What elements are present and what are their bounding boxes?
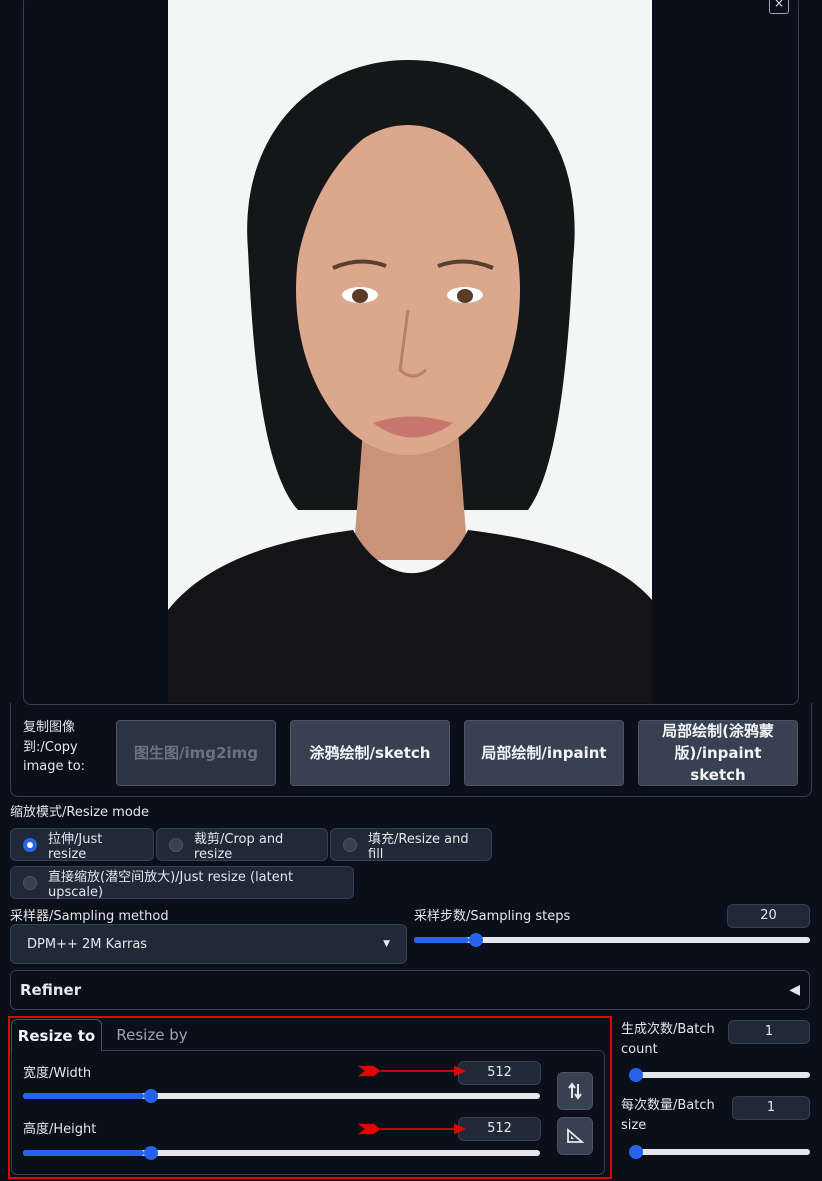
radio-label: 裁剪/Crop and resize	[194, 831, 284, 862]
batch-count-input[interactable]: 1	[728, 1020, 810, 1044]
batch-count-label: 生成次数/Batch count	[621, 1022, 715, 1057]
copy-to-img2img-button[interactable]: 图生图/img2img	[116, 720, 276, 786]
close-icon: ×	[773, 0, 785, 10]
refiner-accordion[interactable]: Refiner ◀	[10, 970, 810, 1010]
copy-to-sketch-button[interactable]: 涂鸦绘制/sketch	[290, 720, 450, 786]
copy-to-inpaint-sketch-button[interactable]: 局部绘制(涂鸦蒙版)/inpaint sketch	[638, 720, 798, 786]
batch-size-input[interactable]: 1	[732, 1096, 810, 1120]
resize-mode-label: 缩放模式/Resize mode	[10, 805, 150, 820]
close-image-button[interactable]: ×	[769, 0, 789, 14]
steps-input[interactable]: 20	[727, 904, 810, 928]
sampler-label: 采样器/Sampling method	[10, 909, 169, 924]
slider-thumb[interactable]	[629, 1068, 643, 1082]
sampler-dropdown[interactable]: DPM++ 2M Karras ▼	[10, 924, 407, 964]
copy-to-inpaint-button[interactable]: 局部绘制/inpaint	[464, 720, 624, 786]
radio-unselected-icon	[23, 875, 37, 890]
triangle-left-icon: ◀	[789, 982, 800, 998]
refiner-label: Refiner	[20, 981, 82, 999]
annotation-highlight-box	[8, 1016, 612, 1179]
slider-fill	[414, 937, 470, 943]
sampler-value: DPM++ 2M Karras	[27, 936, 148, 952]
radio-selected-icon	[23, 837, 37, 852]
radio-label: 直接缩放(潜空间放大)/Just resize (latent upscale)	[48, 869, 294, 900]
steps-label: 采样步数/Sampling steps	[414, 909, 571, 924]
radio-unselected-icon	[169, 837, 183, 852]
radio-unselected-icon	[343, 837, 357, 852]
batch-size-label: 每次数量/Batch size	[621, 1098, 715, 1133]
radio-latent-upscale[interactable]: 直接缩放(潜空间放大)/Just resize (latent upscale)	[10, 866, 354, 900]
radio-just-resize[interactable]: 拉伸/Just resize	[10, 828, 154, 862]
steps-slider[interactable]	[414, 933, 810, 947]
portrait-image	[168, 0, 652, 703]
slider-thumb[interactable]	[629, 1145, 643, 1159]
radio-label: 填充/Resize and fill	[368, 831, 469, 862]
chevron-down-icon: ▼	[383, 939, 390, 949]
radio-resize-and-fill[interactable]: 填充/Resize and fill	[330, 828, 492, 862]
batch-size-slider[interactable]	[629, 1145, 810, 1159]
radio-crop-and-resize[interactable]: 裁剪/Crop and resize	[156, 828, 328, 862]
copy-to-label: 复制图像到:/Copy image to:	[23, 720, 86, 774]
generated-image[interactable]	[168, 0, 652, 703]
batch-count-slider[interactable]	[629, 1068, 810, 1082]
radio-label: 拉伸/Just resize	[48, 831, 103, 862]
slider-thumb[interactable]	[469, 933, 484, 947]
